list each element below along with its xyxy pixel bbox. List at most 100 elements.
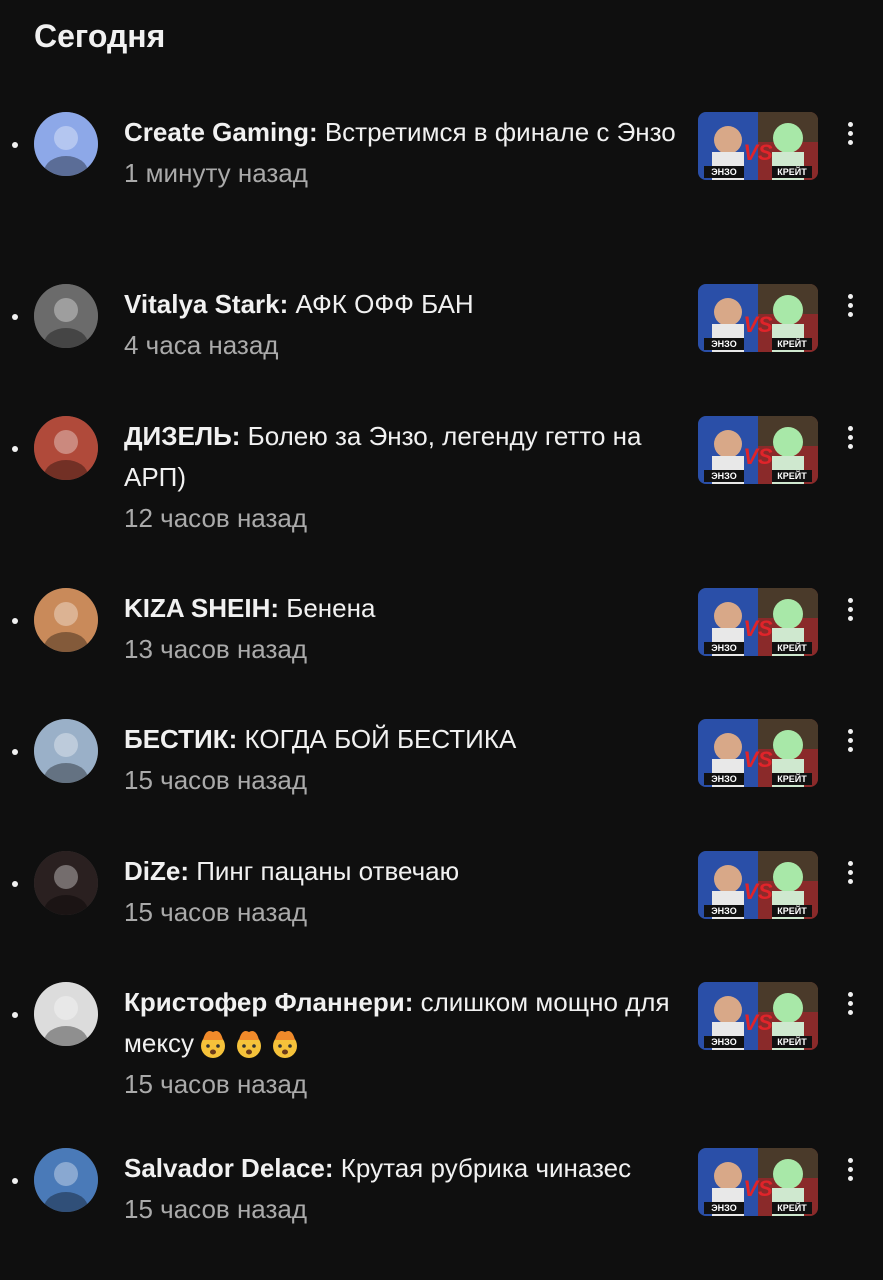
notification-message: KIZA SHEIH: Бенена: [124, 588, 679, 629]
svg-text:VS: VS: [743, 140, 773, 165]
avatar[interactable]: [34, 588, 98, 652]
notification-time: 4 часа назад: [124, 330, 279, 360]
avatar[interactable]: [34, 416, 98, 480]
comment-author: БЕСТИК:: [124, 724, 238, 754]
avatar[interactable]: [34, 982, 98, 1046]
avatar[interactable]: [34, 1148, 98, 1212]
notification-body: Vitalya Stark: АФК ОФФ БАН 4 часа назад: [124, 284, 679, 366]
notification-body: БЕСТИК: КОГДА БОЙ БЕСТИКА 15 часов назад: [124, 719, 679, 801]
svg-text:ЭНЗО: ЭНЗО: [711, 906, 736, 916]
notification-body: ДИЗЕЛЬ: Болею за Энзо, легенду гетто на …: [124, 416, 679, 539]
notification-message: Create Gaming: Встретимся в финале с Энз…: [124, 112, 679, 153]
notification-message: Salvador Delace: Крутая рубрика чиназес: [124, 1148, 679, 1189]
svg-text:ЭНЗО: ЭНЗО: [711, 167, 736, 177]
more-options-button[interactable]: [836, 1152, 864, 1186]
comment-author: DiZe:: [124, 856, 189, 886]
comment-author: Salvador Delace:: [124, 1153, 334, 1183]
comment-text: Встретимся в финале с Энзо: [317, 117, 676, 147]
svg-text:КРЕЙТ: КРЕЙТ: [777, 1036, 807, 1047]
notification-body: Salvador Delace: Крутая рубрика чиназес …: [124, 1148, 679, 1230]
more-icon: [847, 728, 853, 734]
notification-time: 12 часов назад: [124, 503, 308, 533]
more-options-button[interactable]: [836, 116, 864, 150]
notification-body: DiZe: Пинг пацаны отвечаю 15 часов назад: [124, 851, 679, 933]
svg-text:ЭНЗО: ЭНЗО: [711, 1203, 736, 1213]
notification-time: 1 минуту назад: [124, 158, 308, 188]
emoji-group: [194, 1028, 302, 1058]
section-title: Сегодня: [34, 18, 166, 54]
notification-message: БЕСТИК: КОГДА БОЙ БЕСТИКА: [124, 719, 679, 760]
svg-text:VS: VS: [743, 1010, 773, 1035]
svg-text:ЭНЗО: ЭНЗО: [711, 471, 736, 481]
unread-dot: [12, 314, 18, 320]
more-icon: [847, 121, 853, 127]
more-icon: [847, 860, 853, 866]
video-thumbnail[interactable]: VS ЭНЗО КРЕЙТ: [698, 1148, 818, 1216]
more-options-button[interactable]: [836, 420, 864, 454]
notification-time: 15 часов назад: [124, 765, 308, 795]
notifications-page: Сегодня Create Gaming: Встретимся в фина…: [0, 0, 883, 1280]
video-thumbnail[interactable]: VS ЭНЗО КРЕЙТ: [698, 588, 818, 656]
exploding-head-emoji: [273, 1031, 298, 1058]
unread-dot: [12, 1178, 18, 1184]
comment-text: АФК ОФФ БАН: [288, 289, 474, 319]
video-thumbnail[interactable]: VS ЭНЗО КРЕЙТ: [698, 416, 818, 484]
comment-author: Vitalya Stark:: [124, 289, 289, 319]
notification-time: 15 часов назад: [124, 1194, 308, 1224]
unread-dot: [12, 1012, 18, 1018]
svg-text:КРЕЙТ: КРЕЙТ: [777, 166, 807, 177]
notification-body: Кристофер Фланнери: слишком мощно для ме…: [124, 982, 679, 1105]
more-options-button[interactable]: [836, 592, 864, 626]
unread-dot: [12, 142, 18, 148]
svg-text:VS: VS: [743, 312, 773, 337]
unread-dot: [12, 881, 18, 887]
notification-body: Create Gaming: Встретимся в финале с Энз…: [124, 112, 679, 194]
comment-text: Бенена: [279, 593, 376, 623]
video-thumbnail[interactable]: VS ЭНЗО КРЕЙТ: [698, 851, 818, 919]
more-icon: [847, 293, 853, 299]
svg-text:КРЕЙТ: КРЕЙТ: [777, 470, 807, 481]
comment-text: Крутая рубрика чиназес: [333, 1153, 632, 1183]
more-icon: [847, 597, 853, 603]
unread-dot: [12, 749, 18, 755]
svg-text:ЭНЗО: ЭНЗО: [711, 1037, 736, 1047]
comment-text: Пинг пацаны отвечаю: [189, 856, 460, 886]
comment-author: Кристофер Фланнери:: [124, 987, 414, 1017]
comment-author: KIZA SHEIH:: [124, 593, 280, 623]
exploding-head-emoji: [201, 1031, 226, 1058]
svg-text:КРЕЙТ: КРЕЙТ: [777, 338, 807, 349]
svg-text:КРЕЙТ: КРЕЙТ: [777, 642, 807, 653]
svg-text:VS: VS: [743, 616, 773, 641]
more-options-button[interactable]: [836, 986, 864, 1020]
avatar[interactable]: [34, 112, 98, 176]
avatar[interactable]: [34, 851, 98, 915]
more-options-button[interactable]: [836, 723, 864, 757]
svg-text:ЭНЗО: ЭНЗО: [711, 643, 736, 653]
svg-text:ЭНЗО: ЭНЗО: [711, 339, 736, 349]
avatar[interactable]: [34, 284, 98, 348]
more-options-button[interactable]: [836, 288, 864, 322]
svg-text:VS: VS: [743, 1176, 773, 1201]
video-thumbnail[interactable]: VS ЭНЗО КРЕЙТ: [698, 284, 818, 352]
svg-text:КРЕЙТ: КРЕЙТ: [777, 905, 807, 916]
exploding-head-emoji: [237, 1031, 262, 1058]
video-thumbnail[interactable]: VS ЭНЗО КРЕЙТ: [698, 719, 818, 787]
comment-text: КОГДА БОЙ БЕСТИКА: [237, 724, 517, 754]
video-thumbnail[interactable]: VS ЭНЗО КРЕЙТ: [698, 112, 818, 180]
unread-dot: [12, 446, 18, 452]
more-icon: [847, 425, 853, 431]
svg-text:VS: VS: [743, 879, 773, 904]
notification-message: DiZe: Пинг пацаны отвечаю: [124, 851, 679, 892]
notification-message: ДИЗЕЛЬ: Болею за Энзо, легенду гетто на …: [124, 416, 679, 498]
svg-text:VS: VS: [743, 747, 773, 772]
notification-body: KIZA SHEIH: Бенена 13 часов назад: [124, 588, 679, 670]
notification-time: 15 часов назад: [124, 897, 308, 927]
comment-author: Create Gaming:: [124, 117, 318, 147]
more-icon: [847, 1157, 853, 1163]
avatar[interactable]: [34, 719, 98, 783]
video-thumbnail[interactable]: VS ЭНЗО КРЕЙТ: [698, 982, 818, 1050]
svg-text:VS: VS: [743, 444, 773, 469]
svg-text:КРЕЙТ: КРЕЙТ: [777, 1202, 807, 1213]
more-options-button[interactable]: [836, 855, 864, 889]
more-icon: [847, 991, 853, 997]
